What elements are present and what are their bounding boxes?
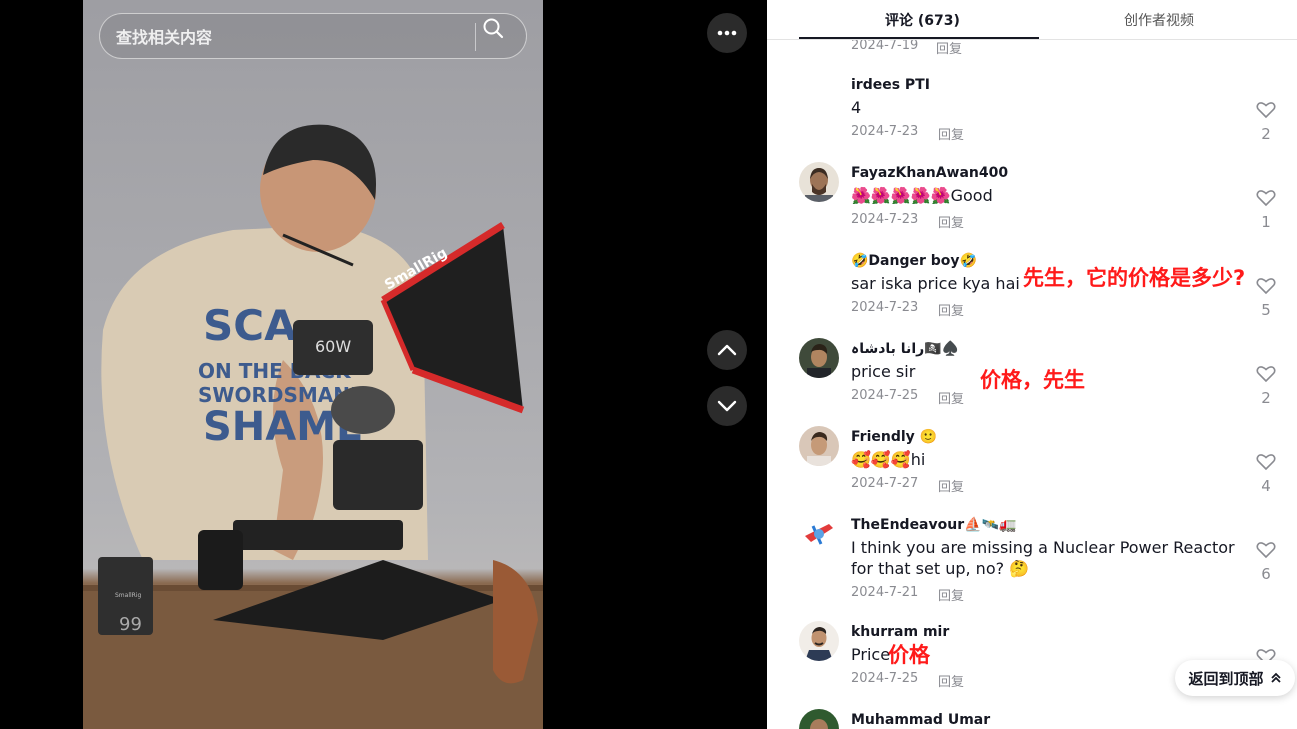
svg-text:60W: 60W <box>315 337 351 356</box>
heart-icon <box>1256 102 1276 119</box>
search-input[interactable] <box>116 26 456 48</box>
comment-text: I think you are missing a Nuclear Power … <box>851 538 1235 578</box>
price-sir-annotation: 价格，先生 <box>980 368 1085 392</box>
comment-item: TheEndeavour⛵🛰️🚛 I think you are missing… <box>767 514 1297 617</box>
like-button[interactable]: 1 <box>1253 189 1279 231</box>
avatar[interactable] <box>799 621 839 661</box>
comment-username[interactable]: Friendly 🙂 <box>851 429 937 445</box>
svg-text:SmallRig: SmallRig <box>115 592 142 599</box>
like-count: 5 <box>1261 301 1271 319</box>
comment-username[interactable]: FayazKhanAwan400 <box>851 165 1008 181</box>
comment-date: 2024-7-27 <box>851 476 919 491</box>
comment-date: 2024-7-25 <box>851 388 919 403</box>
heart-icon <box>1256 542 1276 559</box>
comment-username[interactable]: رانا بادشاہ🏴‍☠️♠️ <box>851 341 959 357</box>
heart-icon <box>1256 278 1276 295</box>
avatar[interactable] <box>799 77 839 117</box>
reply-button[interactable]: 回复 <box>938 585 964 604</box>
comment-date: 2024-7-19 <box>851 38 919 53</box>
comment-date: 2024-7-23 <box>851 124 919 139</box>
comment-text: 🌺🌺🌺🌺🌺Good <box>851 186 993 205</box>
like-button[interactable]: 5 <box>1253 277 1279 319</box>
like-count: 1 <box>1261 213 1271 231</box>
comment-username[interactable]: irdees PTI <box>851 77 930 93</box>
like-count: 4 <box>1261 477 1271 495</box>
next-video-button[interactable] <box>707 386 747 426</box>
more-options-button[interactable] <box>707 13 747 53</box>
video-frame-illustration: SCA ON THE BACK SWORDSMAN'S SHAME SmallR… <box>83 124 543 729</box>
comment-text: 4 <box>851 98 862 117</box>
avatar[interactable] <box>799 162 839 202</box>
tab-comments[interactable]: 评论 (673) <box>885 10 960 30</box>
comment-date: 2024-7-23 <box>851 212 919 227</box>
search-button[interactable] <box>482 17 520 55</box>
reply-button[interactable]: 回复 <box>938 124 964 143</box>
shirt-print: SCA <box>203 301 297 350</box>
search-bar <box>99 13 527 59</box>
like-button[interactable]: 4 <box>1253 453 1279 495</box>
tab-creator-videos[interactable]: 创作者视频 <box>1124 10 1194 30</box>
battery-box: SmallRig 99 <box>98 557 153 635</box>
search-icon <box>483 18 504 39</box>
comment-date: 2024-7-25 <box>851 671 919 686</box>
comment-item: Muhammad Umar <box>767 709 1297 729</box>
video-pane: SCA ON THE BACK SWORDSMAN'S SHAME SmallR… <box>0 0 767 729</box>
more-dots-icon <box>717 30 737 36</box>
avatar[interactable] <box>799 709 839 729</box>
reply-button[interactable]: 回复 <box>938 212 964 231</box>
price-question-annotation: 先生，它的价格是多少? <box>1023 266 1246 290</box>
comment-item: irdees PTI 4 2024-7-23 回复 2 <box>767 77 1297 165</box>
comment-date: 2024-7-21 <box>851 585 919 600</box>
comment-username[interactable]: Muhammad Umar <box>851 712 990 728</box>
comment-item: FayazKhanAwan400 🌺🌺🌺🌺🌺Good 2024-7-23 回复 … <box>767 162 1297 253</box>
comment-username[interactable]: 🤣Danger boy🤣 <box>851 253 977 269</box>
active-tab-indicator <box>799 37 1039 39</box>
back-to-top-label: 返回到顶部 <box>1188 669 1264 688</box>
avatar[interactable] <box>799 426 839 466</box>
microphone <box>331 386 395 434</box>
app-root: SCA ON THE BACK SWORDSMAN'S SHAME SmallR… <box>0 0 1297 729</box>
avatar[interactable] <box>799 514 839 554</box>
like-button[interactable]: 2 <box>1253 365 1279 407</box>
tab-bar: 评论 (673) 创作者视频 <box>767 0 1297 40</box>
back-to-top-button[interactable]: 返回到顶部 <box>1175 660 1295 696</box>
comment-username[interactable]: khurram mir <box>851 624 949 640</box>
like-count: 2 <box>1261 389 1271 407</box>
avatar[interactable] <box>799 338 839 378</box>
comment-date: 2024-7-23 <box>851 300 919 315</box>
search-divider <box>475 23 476 51</box>
price-annotation: 价格 <box>888 643 930 667</box>
previous-video-button[interactable] <box>707 330 747 370</box>
like-count: 6 <box>1261 565 1271 583</box>
reply-button[interactable]: 回复 <box>938 476 964 495</box>
reply-button[interactable]: 回复 <box>936 38 962 57</box>
like-count: 2 <box>1261 125 1271 143</box>
reply-button[interactable]: 回复 <box>938 388 964 407</box>
svg-text:99: 99 <box>119 614 142 635</box>
double-chevron-up-icon <box>1270 672 1281 683</box>
heart-icon <box>1256 366 1276 383</box>
heart-icon <box>1256 454 1276 471</box>
video-player[interactable]: SCA ON THE BACK SWORDSMAN'S SHAME SmallR… <box>83 0 543 729</box>
reply-button[interactable]: 回复 <box>938 300 964 319</box>
chevron-down-icon <box>717 400 737 412</box>
reply-button[interactable]: 回复 <box>938 671 964 690</box>
comment-text: 🥰🥰🥰hi <box>851 450 926 469</box>
comment-item: Friendly 🙂 🥰🥰🥰hi 2024-7-27 回复 4 <box>767 426 1297 517</box>
heart-icon <box>1256 190 1276 207</box>
chevron-up-icon <box>717 344 737 356</box>
like-button[interactable]: 2 <box>1253 101 1279 143</box>
avatar[interactable] <box>799 253 839 293</box>
comment-username[interactable]: TheEndeavour⛵🛰️🚛 <box>851 517 1016 533</box>
like-button[interactable]: 6 <box>1253 541 1279 583</box>
